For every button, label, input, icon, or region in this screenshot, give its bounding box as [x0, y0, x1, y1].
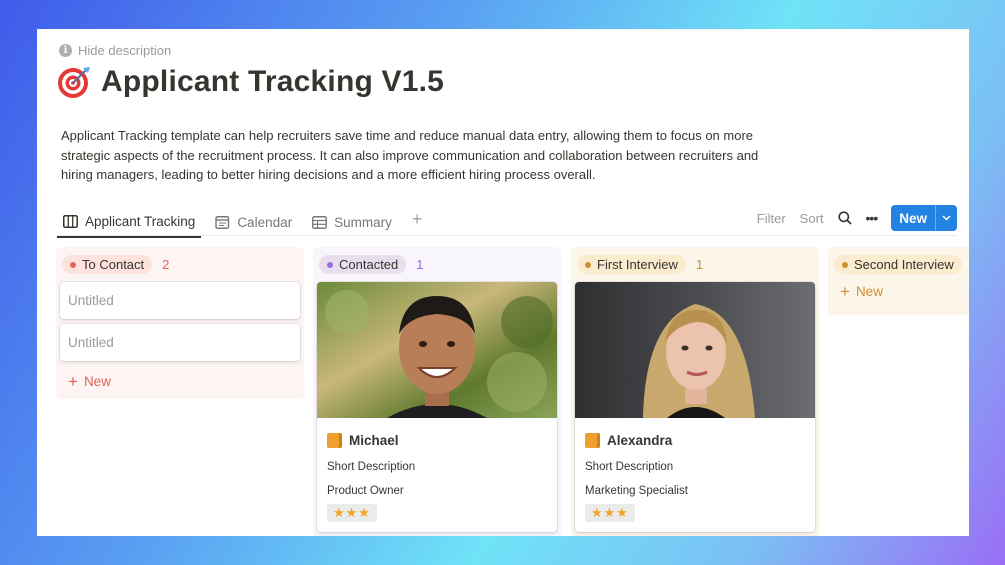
card-body: Michael Short Description Product Owner …: [317, 423, 557, 532]
status-dot: [842, 261, 848, 268]
info-icon: i: [59, 44, 72, 57]
short-description: Short Description: [327, 461, 416, 473]
new-button-label[interactable]: New: [891, 205, 935, 231]
column-header: Second Interview: [832, 255, 969, 282]
chevron-down-icon[interactable]: [935, 205, 957, 231]
target-icon[interactable]: [57, 65, 91, 99]
rating-stars: ★★★: [585, 504, 635, 522]
add-card-button[interactable]: + New: [60, 366, 300, 391]
candidate-card-alexandra[interactable]: Alexandra Short Description Marketing Sp…: [575, 282, 815, 532]
tab-label: Applicant Tracking: [85, 214, 196, 229]
view-toolbar: Filter Sort ••• New: [757, 205, 957, 231]
column-header: To Contact 2: [60, 255, 300, 282]
rating-stars: ★★★: [327, 504, 377, 522]
column-count: 1: [416, 257, 424, 272]
status-dot: [70, 261, 76, 268]
short-description: Short Description: [585, 461, 674, 473]
view-tabs: Applicant Tracking Calendar Summary +: [57, 205, 428, 238]
search-icon[interactable]: [837, 211, 852, 225]
board-column-contacted: Contacted 1 Michael Short Description Pr…: [313, 247, 561, 536]
board-column-second-interview: Second Interview + New: [828, 247, 969, 315]
candidate-photo: [317, 282, 557, 418]
page-container: i Hide description Applicant Tracking V1…: [37, 29, 969, 536]
status-dot: [585, 261, 591, 268]
plus-icon: +: [840, 282, 850, 301]
filter-button[interactable]: Filter: [757, 211, 786, 226]
candidate-role: Product Owner: [327, 485, 404, 497]
card-title-row: Alexandra: [585, 433, 805, 448]
tab-label: Calendar: [237, 215, 293, 230]
column-header: First Interview 1: [575, 255, 815, 282]
status-dot: [327, 261, 333, 268]
column-title: Second Interview: [854, 257, 954, 272]
tab-applicant-tracking[interactable]: Applicant Tracking: [57, 208, 202, 238]
add-card-label: New: [83, 374, 111, 389]
column-title: To Contact: [82, 257, 145, 272]
hide-description-toggle[interactable]: i Hide description: [59, 43, 171, 58]
new-button[interactable]: New: [891, 205, 957, 231]
book-icon: [585, 433, 600, 448]
add-card-label: New: [855, 284, 883, 299]
card-title: Untitled: [68, 293, 114, 308]
book-icon: [327, 433, 342, 448]
add-card-button[interactable]: + New: [832, 282, 969, 301]
status-pill[interactable]: Second Interview: [834, 255, 962, 274]
hide-description-label: Hide description: [78, 43, 172, 58]
column-count: 1: [695, 257, 704, 272]
status-pill[interactable]: Contacted: [319, 255, 407, 274]
column-header: Contacted 1: [317, 255, 557, 282]
card-title-row: Michael: [327, 433, 547, 448]
candidate-photo: [575, 282, 815, 418]
page-description[interactable]: Applicant Tracking template can help rec…: [61, 126, 781, 185]
plus-icon: +: [68, 372, 78, 391]
status-pill[interactable]: To Contact: [62, 255, 153, 274]
status-pill[interactable]: First Interview: [577, 255, 686, 274]
tab-label: Summary: [334, 215, 392, 230]
add-view-icon[interactable]: +: [406, 205, 429, 238]
column-count: 2: [162, 257, 170, 272]
card-untitled[interactable]: Untitled: [60, 324, 300, 361]
candidate-role: Marketing Specialist: [585, 485, 688, 497]
candidate-name: Michael: [349, 433, 399, 448]
page-title[interactable]: Applicant Tracking V1.5: [101, 65, 444, 99]
table-icon: [312, 216, 328, 229]
calendar-icon: [215, 216, 230, 229]
more-options-icon[interactable]: •••: [866, 210, 879, 226]
board-column-to-contact: To Contact 2 Untitled Untitled + New: [56, 247, 304, 399]
card-untitled[interactable]: Untitled: [60, 282, 300, 319]
page-header: Applicant Tracking V1.5: [57, 65, 444, 99]
candidate-card-michael[interactable]: Michael Short Description Product Owner …: [317, 282, 557, 532]
card-title: Untitled: [68, 335, 114, 350]
column-title: First Interview: [597, 257, 678, 272]
tab-summary[interactable]: Summary: [306, 209, 398, 238]
tab-calendar[interactable]: Calendar: [209, 209, 298, 238]
candidate-name: Alexandra: [607, 433, 673, 448]
board-column-first-interview: First Interview 1 Alexandra Short Descri…: [571, 247, 819, 536]
sort-button[interactable]: Sort: [800, 211, 824, 226]
column-title: Contacted: [339, 257, 399, 272]
board-icon: [63, 215, 78, 228]
card-body: Alexandra Short Description Marketing Sp…: [575, 423, 815, 532]
tabs-divider: [57, 235, 957, 236]
